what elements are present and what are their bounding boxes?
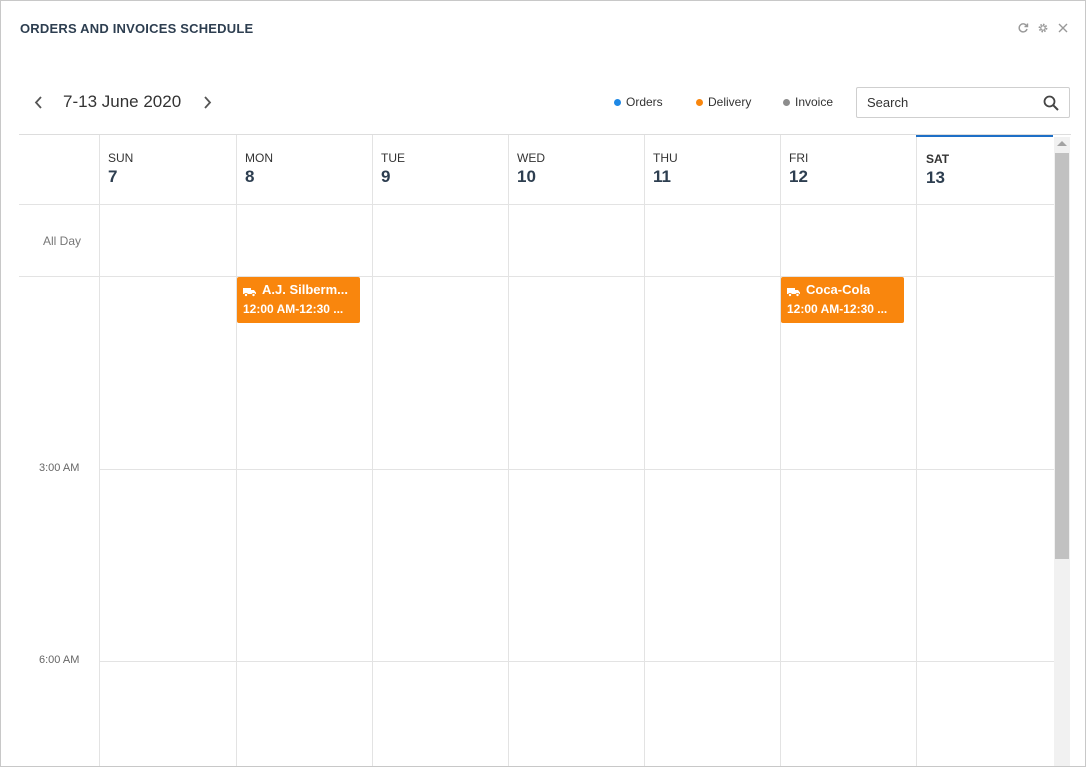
day-header-wed[interactable]: WED 10: [517, 151, 545, 187]
search-icon[interactable]: [1043, 95, 1059, 111]
orders-dot-icon: [614, 98, 621, 106]
column-divider: [644, 135, 645, 766]
day-date: 9: [381, 167, 391, 186]
day-date: 13: [926, 168, 945, 187]
chevron-right-icon[interactable]: [199, 89, 217, 115]
date-navigation: 7-13 June 2020: [29, 89, 217, 115]
event-title: A.J. Silberm...: [262, 281, 348, 297]
window-title: ORDERS AND INVOICES SCHEDULE: [20, 21, 254, 36]
day-header-sat[interactable]: SAT 13: [926, 152, 949, 188]
search-input[interactable]: [857, 88, 1027, 117]
column-divider: [236, 135, 237, 766]
event-time: 12:00 AM-12:30 ...: [787, 302, 888, 316]
truck-icon: [787, 284, 801, 298]
day-name: TUE: [381, 151, 405, 165]
chevron-left-icon[interactable]: [29, 89, 47, 115]
day-date: 12: [789, 167, 808, 186]
scroll-up-arrow-icon[interactable]: [1057, 141, 1067, 146]
event-title: Coca-Cola: [806, 281, 871, 297]
day-header-tue[interactable]: TUE 9: [381, 151, 405, 187]
row-divider: [19, 204, 1054, 205]
legend-label: Delivery: [708, 95, 752, 109]
close-icon[interactable]: [1057, 21, 1069, 35]
date-range-label: 7-13 June 2020: [63, 92, 182, 111]
legend-orders: Orders: [614, 95, 663, 109]
day-name: SUN: [108, 151, 134, 165]
gear-icon[interactable]: [1037, 21, 1049, 35]
window-controls: [1017, 21, 1069, 35]
day-date: 10: [517, 167, 536, 186]
refresh-icon[interactable]: [1017, 21, 1029, 35]
selected-day-indicator: [916, 135, 1053, 137]
delivery-dot-icon: [696, 98, 703, 106]
all-day-label: All Day: [43, 234, 82, 248]
column-divider: [372, 135, 373, 766]
day-name: SAT: [926, 152, 950, 166]
day-name: THU: [653, 151, 678, 165]
column-divider: [916, 135, 917, 766]
day-header-fri[interactable]: FRI 12: [789, 151, 808, 187]
column-divider: [780, 135, 781, 766]
day-date: 7: [108, 167, 118, 186]
truck-icon: [243, 284, 257, 298]
calendar-grid: SUN 7 MON 8 TUE 9 WED 10 THU 11 FRI 12 S…: [19, 134, 1071, 766]
row-divider: [99, 661, 1054, 662]
time-label: 3:00 AM: [39, 462, 80, 474]
day-date: 11: [653, 167, 671, 186]
event-time: 12:00 AM-12:30 ...: [243, 302, 344, 316]
search-box: [856, 87, 1070, 118]
invoice-dot-icon: [783, 98, 790, 106]
day-header-thu[interactable]: THU 11: [653, 151, 678, 187]
column-divider: [508, 135, 509, 766]
scrollbar-thumb[interactable]: [1055, 153, 1069, 559]
event-card[interactable]: A.J. Silberm... 12:00 AM-12:30 ...: [237, 277, 360, 323]
legend-delivery: Delivery: [696, 95, 751, 109]
legend-label: Orders: [626, 95, 663, 109]
day-name: WED: [517, 151, 545, 165]
event-card[interactable]: Coca-Cola 12:00 AM-12:30 ...: [781, 277, 904, 323]
schedule-window: ORDERS AND INVOICES SCHEDULE 7-13 June 2…: [0, 0, 1086, 767]
vertical-scrollbar[interactable]: [1054, 137, 1070, 766]
legend-label: Invoice: [795, 95, 834, 109]
day-header-mon[interactable]: MON 8: [245, 151, 273, 187]
day-header-sun[interactable]: SUN 7: [108, 151, 133, 187]
day-name: MON: [245, 151, 273, 165]
time-label: 6:00 AM: [39, 654, 80, 666]
column-divider: [99, 135, 100, 766]
day-date: 8: [245, 167, 255, 186]
row-divider: [99, 469, 1054, 470]
legend-invoice: Invoice: [783, 95, 833, 109]
day-name: FRI: [789, 151, 809, 165]
